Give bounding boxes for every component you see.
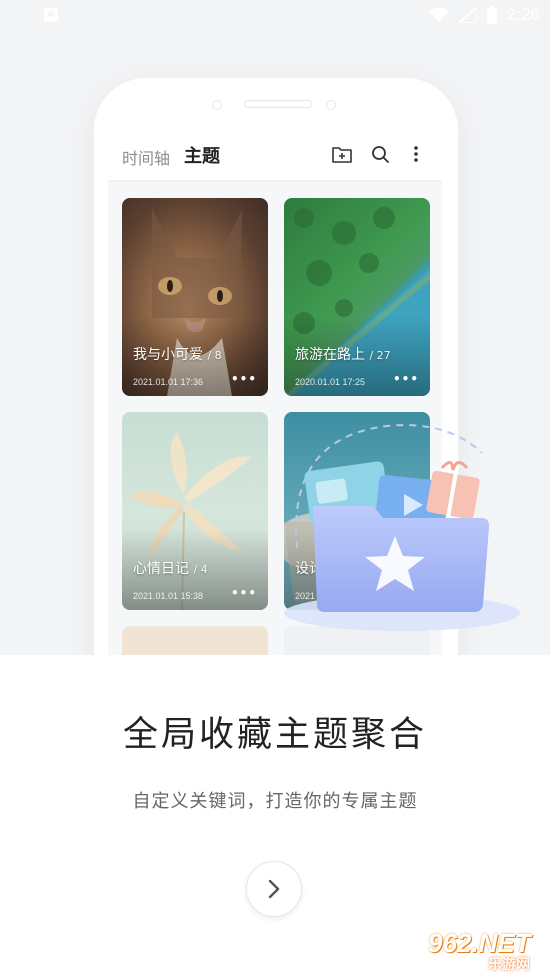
- card-title: 心情日记 / 4: [133, 561, 208, 577]
- card-title: 旅游在路上 / 27: [295, 347, 391, 363]
- tab-timeline[interactable]: 时间轴: [122, 145, 170, 169]
- wifi-icon: [428, 7, 449, 22]
- chevron-right-icon: [268, 879, 280, 899]
- status-bar: A 2:26: [0, 0, 550, 32]
- battery-icon: [486, 6, 497, 24]
- theme-card[interactable]: 旅游在路上 / 27 2020.01.01 17:25 •••: [284, 198, 430, 396]
- phone-camera: [326, 100, 336, 110]
- card-title: 我与小可爱 / 8: [133, 347, 222, 363]
- top-illustration-area: A 2:26 时间轴 主题 我与小可爱 / 8 2021.01.01 17:36…: [0, 0, 550, 655]
- notification-icon: A: [44, 8, 58, 22]
- card-more-icon[interactable]: •••: [393, 372, 419, 386]
- card-more-icon[interactable]: •••: [231, 586, 257, 600]
- more-vertical-icon[interactable]: [404, 142, 428, 166]
- status-time: 2:26: [506, 5, 540, 24]
- tab-theme[interactable]: 主题: [184, 142, 220, 168]
- phone-sensor: [212, 100, 222, 110]
- phone-volume-button: [88, 314, 92, 362]
- card-date: 2020.01.01 17:25: [295, 377, 366, 387]
- onboarding-subline: 自定义关键词，打造你的专属主题: [132, 791, 418, 812]
- phone-volume-button: [88, 246, 92, 294]
- theme-card[interactable]: 我与小可爱 / 8 2021.01.01 17:36 •••: [122, 198, 268, 396]
- app-bar: 时间轴 主题: [108, 128, 442, 180]
- card-more-icon[interactable]: •••: [231, 372, 257, 386]
- search-icon[interactable]: [368, 142, 392, 166]
- theme-card[interactable]: 心情日记 / 4 2021.01.01 15:38 •••: [122, 412, 268, 610]
- phone-speaker: [244, 100, 312, 108]
- next-button[interactable]: [246, 861, 302, 917]
- add-folder-icon[interactable]: [330, 142, 354, 166]
- phone-power-button: [460, 228, 464, 288]
- favorite-folder-illustration: [284, 424, 520, 631]
- watermark-logo: 962.NET 乐游网: [428, 928, 531, 973]
- onboarding-headline: 全局收藏主题聚合: [122, 715, 427, 755]
- signal-icon: [458, 7, 477, 23]
- card-date: 2021.01.01 15:38: [133, 591, 204, 601]
- theme-card[interactable]: [122, 626, 268, 655]
- card-date: 2021.01.01 17:36: [133, 377, 204, 387]
